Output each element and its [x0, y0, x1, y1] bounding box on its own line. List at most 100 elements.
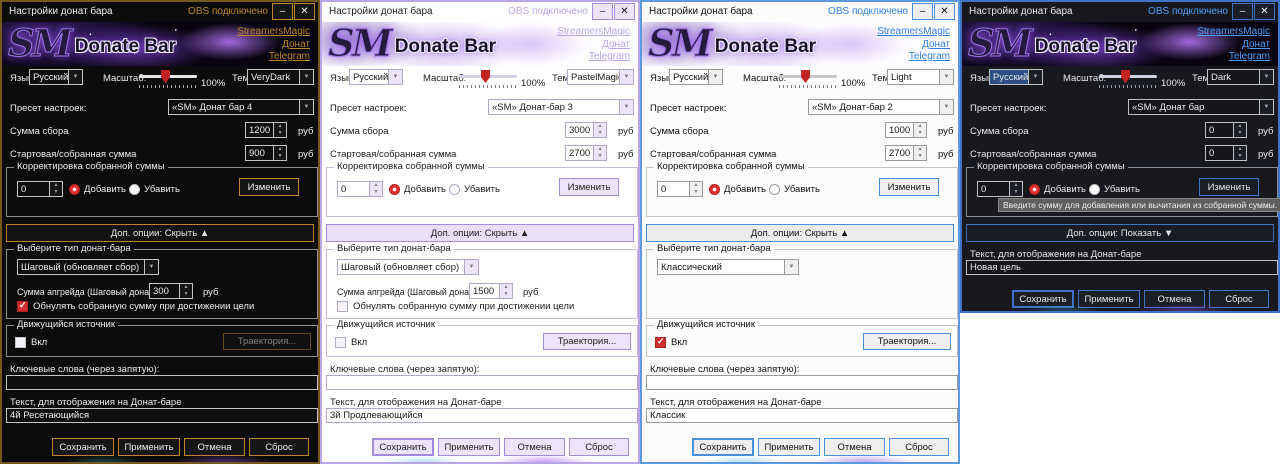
- spin-up-icon[interactable]: ▲: [1234, 123, 1246, 130]
- apply-button[interactable]: Применить: [438, 438, 500, 456]
- keywords-input[interactable]: [326, 375, 638, 390]
- moving-enabled-checkbox[interactable]: ✓ Вкл: [15, 337, 47, 348]
- link-streamersmagic[interactable]: StreamersMagic: [877, 26, 950, 39]
- spin-up-icon[interactable]: ▲: [500, 284, 512, 291]
- upgrade-spinner[interactable]: 300 ▲▼: [149, 283, 193, 299]
- upgrade-spinner[interactable]: 1500 ▲▼: [469, 283, 513, 299]
- start-sum-spinner[interactable]: 0 ▲▼: [1205, 145, 1247, 161]
- link-donate[interactable]: Донат: [237, 39, 310, 52]
- spin-down-icon[interactable]: ▼: [50, 189, 62, 196]
- dropdown-arrow-icon[interactable]: ▼: [619, 70, 633, 84]
- spin-down-icon[interactable]: ▼: [914, 153, 926, 160]
- moving-enabled-checkbox[interactable]: ✓ Вкл: [335, 337, 367, 348]
- radio-add[interactable]: Добавить: [1029, 184, 1086, 195]
- bar-type-select[interactable]: Шаговый (обновляет сбор) ▼: [337, 259, 479, 275]
- extra-options-toggle[interactable]: Доп. опции: Скрыть ▲: [646, 224, 954, 242]
- apply-button[interactable]: Применить: [1078, 290, 1140, 308]
- spin-down-icon[interactable]: ▼: [180, 291, 192, 298]
- close-button[interactable]: ✕: [294, 3, 315, 20]
- keywords-input[interactable]: [6, 375, 318, 390]
- radio-subtract[interactable]: Убавить: [1089, 184, 1140, 195]
- spin-down-icon[interactable]: ▼: [594, 153, 606, 160]
- slider-thumb[interactable]: [481, 70, 490, 83]
- trajectory-button[interactable]: Траектория...: [863, 333, 951, 350]
- preset-select[interactable]: «SM» Донат-бар 2 ▼: [808, 99, 954, 115]
- spin-up-icon[interactable]: ▲: [1234, 146, 1246, 153]
- scale-slider[interactable]: [139, 70, 197, 88]
- radio-subtract[interactable]: Убавить: [449, 184, 500, 195]
- spin-down-icon[interactable]: ▼: [274, 153, 286, 160]
- link-telegram[interactable]: Telegram: [1197, 51, 1270, 64]
- dropdown-arrow-icon[interactable]: ▼: [299, 70, 313, 84]
- scale-slider[interactable]: [779, 70, 837, 88]
- spin-down-icon[interactable]: ▼: [274, 130, 286, 137]
- spin-up-icon[interactable]: ▲: [50, 182, 62, 189]
- reset-button[interactable]: Сброс: [889, 438, 949, 456]
- preset-select[interactable]: «SM» Донат бар 4 ▼: [168, 99, 314, 115]
- spin-up-icon[interactable]: ▲: [274, 123, 286, 130]
- spin-up-icon[interactable]: ▲: [594, 123, 606, 130]
- link-streamersmagic[interactable]: StreamersMagic: [1197, 26, 1270, 39]
- spin-down-icon[interactable]: ▼: [690, 189, 702, 196]
- radio-subtract[interactable]: Убавить: [769, 184, 820, 195]
- save-button[interactable]: Сохранить: [52, 438, 114, 456]
- radio-add[interactable]: Добавить: [709, 184, 766, 195]
- cancel-button[interactable]: Отмена: [1144, 290, 1205, 308]
- bar-type-select[interactable]: Классический ▼: [657, 259, 799, 275]
- save-button[interactable]: Сохранить: [692, 438, 754, 456]
- dropdown-arrow-icon[interactable]: ▼: [708, 70, 722, 84]
- display-text-input[interactable]: [6, 408, 318, 423]
- minimize-button[interactable]: –: [592, 3, 613, 20]
- change-button[interactable]: Изменить: [1199, 178, 1259, 196]
- extra-options-toggle[interactable]: Доп. опции: Скрыть ▲: [326, 224, 634, 242]
- start-sum-spinner[interactable]: 2700 ▲▼: [565, 145, 607, 161]
- display-text-input[interactable]: [326, 408, 638, 423]
- radio-subtract[interactable]: Убавить: [129, 184, 180, 195]
- spin-down-icon[interactable]: ▼: [500, 291, 512, 298]
- dropdown-arrow-icon[interactable]: ▼: [464, 260, 478, 274]
- dropdown-arrow-icon[interactable]: ▼: [1259, 100, 1273, 114]
- scale-slider[interactable]: [459, 70, 517, 88]
- save-button[interactable]: Сохранить: [372, 438, 434, 456]
- correction-spinner[interactable]: 0 ▲▼: [17, 181, 63, 197]
- link-streamersmagic[interactable]: StreamersMagic: [237, 26, 310, 39]
- correction-spinner[interactable]: 0 ▲▼: [337, 181, 383, 197]
- language-select[interactable]: Русский ▼: [29, 69, 83, 85]
- sum-spinner[interactable]: 0 ▲▼: [1205, 122, 1247, 138]
- preset-select[interactable]: «SM» Донат-бар 3 ▼: [488, 99, 634, 115]
- change-button[interactable]: Изменить: [239, 178, 299, 196]
- spin-down-icon[interactable]: ▼: [1010, 189, 1022, 196]
- scale-slider[interactable]: [1099, 70, 1157, 88]
- sum-spinner[interactable]: 3000 ▲▼: [565, 122, 607, 138]
- display-text-input[interactable]: [646, 408, 958, 423]
- close-button[interactable]: ✕: [934, 3, 955, 20]
- link-telegram[interactable]: Telegram: [237, 51, 310, 64]
- spin-up-icon[interactable]: ▲: [690, 182, 702, 189]
- spin-down-icon[interactable]: ▼: [914, 130, 926, 137]
- dropdown-arrow-icon[interactable]: ▼: [1028, 70, 1042, 84]
- spin-down-icon[interactable]: ▼: [594, 130, 606, 137]
- dropdown-arrow-icon[interactable]: ▼: [388, 70, 402, 84]
- dropdown-arrow-icon[interactable]: ▼: [1259, 70, 1273, 84]
- apply-button[interactable]: Применить: [118, 438, 180, 456]
- reset-button[interactable]: Сброс: [569, 438, 629, 456]
- dropdown-arrow-icon[interactable]: ▼: [619, 100, 633, 114]
- sum-spinner[interactable]: 1200 ▲▼: [245, 122, 287, 138]
- reset-on-goal-checkbox[interactable]: ✓ Обнулять собранную сумму при достижени…: [337, 301, 574, 312]
- cancel-button[interactable]: Отмена: [824, 438, 885, 456]
- trajectory-button[interactable]: Траектория...: [543, 333, 631, 350]
- minimize-button[interactable]: –: [272, 3, 293, 20]
- extra-options-toggle[interactable]: Доп. опции: Показать ▼: [966, 224, 1274, 242]
- keywords-input[interactable]: [646, 375, 958, 390]
- spin-up-icon[interactable]: ▲: [914, 146, 926, 153]
- dropdown-arrow-icon[interactable]: ▼: [68, 70, 82, 84]
- correction-spinner[interactable]: 0 ▲▼: [977, 181, 1023, 197]
- start-sum-spinner[interactable]: 900 ▲▼: [245, 145, 287, 161]
- theme-select[interactable]: Dark ▼: [1207, 69, 1274, 85]
- display-text-input[interactable]: [966, 260, 1278, 275]
- dropdown-arrow-icon[interactable]: ▼: [784, 260, 798, 274]
- dropdown-arrow-icon[interactable]: ▼: [939, 70, 953, 84]
- link-donate[interactable]: Донат: [877, 39, 950, 52]
- spin-down-icon[interactable]: ▼: [1234, 153, 1246, 160]
- theme-select[interactable]: PastelMagic ▼: [567, 69, 634, 85]
